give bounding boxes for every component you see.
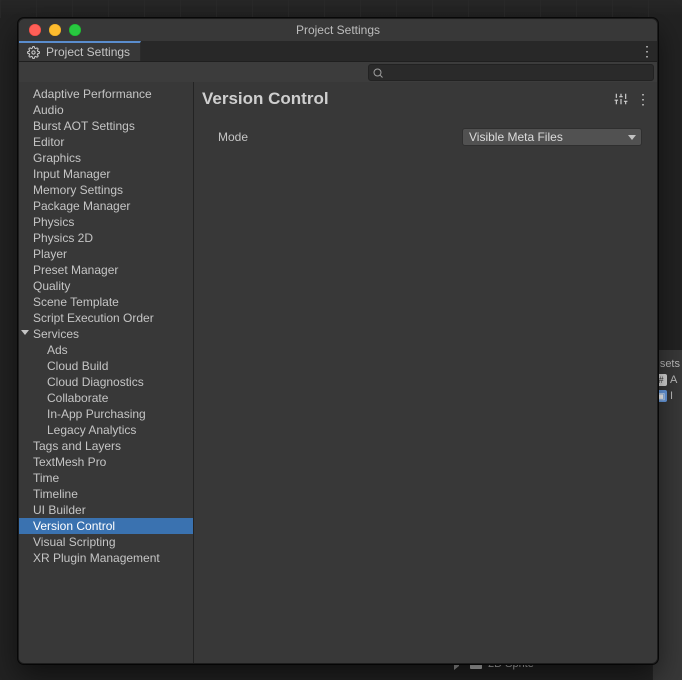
field-mode-dropdown[interactable]: Visible Meta Files	[462, 128, 642, 146]
dock-menu-button[interactable]: ⋮	[637, 41, 657, 61]
kebab-icon: ⋮	[640, 43, 654, 60]
sidebar-item-in-app-purchasing[interactable]: In-App Purchasing	[19, 406, 193, 422]
sidebar-item-label: Timeline	[33, 487, 78, 501]
sidebar-item-preset-manager[interactable]: Preset Manager	[19, 262, 193, 278]
project-settings-window: Project Settings Project Settings ⋮	[18, 18, 658, 664]
sidebar-item-xr-plugin-management[interactable]: XR Plugin Management	[19, 550, 193, 566]
sidebar-item-tags-and-layers[interactable]: Tags and Layers	[19, 438, 193, 454]
sidebar-item-services[interactable]: Services	[19, 326, 193, 342]
sidebar-item-label: Scene Template	[33, 295, 119, 309]
sidebar-item-label: Memory Settings	[33, 183, 123, 197]
sidebar-item-label: Audio	[33, 103, 64, 117]
panel-header: Version Control ⋮	[194, 82, 657, 114]
sidebar-item-input-manager[interactable]: Input Manager	[19, 166, 193, 182]
sidebar-item-cloud-build[interactable]: Cloud Build	[19, 358, 193, 374]
sidebar-item-ui-builder[interactable]: UI Builder	[19, 502, 193, 518]
sidebar-item-physics[interactable]: Physics	[19, 214, 193, 230]
sidebar-item-label: Graphics	[33, 151, 81, 165]
panel-menu-button[interactable]: ⋮	[635, 91, 651, 107]
settings-search-bar	[19, 62, 657, 82]
sidebar-item-label: Quality	[33, 279, 70, 293]
sidebar-item-label: Time	[33, 471, 59, 485]
sidebar-item-textmesh-pro[interactable]: TextMesh Pro	[19, 454, 193, 470]
window-zoom-button[interactable]	[69, 24, 81, 36]
sidebar-item-physics-2d[interactable]: Physics 2D	[19, 230, 193, 246]
sidebar-item-label: Script Execution Order	[33, 311, 154, 325]
sidebar-item-scene-template[interactable]: Scene Template	[19, 294, 193, 310]
settings-category-list[interactable]: Adaptive Performance Audio Burst AOT Setti…	[19, 82, 194, 663]
chevron-down-icon	[628, 135, 636, 140]
sidebar-item-collaborate[interactable]: Collaborate	[19, 390, 193, 406]
sidebar-item-package-manager[interactable]: Package Manager	[19, 198, 193, 214]
sidebar-item-label: Player	[33, 247, 67, 261]
sidebar-item-label: Physics 2D	[33, 231, 93, 245]
sidebar-item-label: Legacy Analytics	[47, 423, 136, 437]
sidebar-item-adaptive-performance[interactable]: Adaptive Performance	[19, 86, 193, 102]
sidebar-item-label: Burst AOT Settings	[33, 119, 135, 133]
sidebar-item-cloud-diagnostics[interactable]: Cloud Diagnostics	[19, 374, 193, 390]
settings-search-input[interactable]	[387, 66, 649, 78]
dock-row: Project Settings ⋮	[19, 41, 657, 62]
search-icon	[372, 67, 384, 79]
window-title: Project Settings	[19, 23, 657, 37]
sidebar-item-label: Input Manager	[33, 167, 110, 181]
window-close-button[interactable]	[29, 24, 41, 36]
field-mode: Mode Visible Meta Files	[218, 128, 649, 146]
sidebar-item-label: Visual Scripting	[33, 535, 116, 549]
sidebar-item-label: Package Manager	[33, 199, 130, 213]
sidebar-item-memory-settings[interactable]: Memory Settings	[19, 182, 193, 198]
content-area: Adaptive Performance Audio Burst AOT Setti…	[19, 82, 657, 663]
window-minimize-button[interactable]	[49, 24, 61, 36]
settings-panel: Version Control ⋮	[194, 82, 657, 663]
settings-preset-button[interactable]	[613, 91, 629, 107]
sidebar-item-time[interactable]: Time	[19, 470, 193, 486]
sidebar-item-editor[interactable]: Editor	[19, 134, 193, 150]
sidebar-item-audio[interactable]: Audio	[19, 102, 193, 118]
sidebar-item-burst-aot-settings[interactable]: Burst AOT Settings	[19, 118, 193, 134]
sidebar-item-label: XR Plugin Management	[33, 551, 160, 565]
sidebar-item-label: Tags and Layers	[33, 439, 121, 453]
sidebar-item-script-execution-order[interactable]: Script Execution Order	[19, 310, 193, 326]
sidebar-item-timeline[interactable]: Timeline	[19, 486, 193, 502]
sidebar-item-label: Adaptive Performance	[33, 87, 152, 101]
settings-search-box[interactable]	[368, 64, 654, 81]
field-mode-label: Mode	[218, 130, 462, 144]
sidebar-item-version-control[interactable]: Version Control	[19, 518, 193, 534]
kebab-icon: ⋮	[636, 91, 650, 108]
sidebar-item-label: Editor	[33, 135, 64, 149]
window-titlebar[interactable]: Project Settings	[19, 19, 657, 41]
sidebar-item-label: TextMesh Pro	[33, 455, 106, 469]
tab-project-settings[interactable]: Project Settings	[19, 41, 141, 61]
sidebar-item-label: Services	[33, 327, 79, 341]
gear-icon	[27, 46, 40, 59]
sidebar-item-ads[interactable]: Ads	[19, 342, 193, 358]
sidebar-item-label: Physics	[33, 215, 74, 229]
sidebar-item-label: Cloud Diagnostics	[47, 375, 144, 389]
sidebar-item-label: Preset Manager	[33, 263, 118, 277]
sliders-icon	[614, 92, 628, 106]
sidebar-item-label: Cloud Build	[47, 359, 108, 373]
sidebar-item-label: In-App Purchasing	[47, 407, 146, 421]
sidebar-item-label: Ads	[47, 343, 68, 357]
sidebar-item-legacy-analytics[interactable]: Legacy Analytics	[19, 422, 193, 438]
panel-body: Mode Visible Meta Files	[194, 114, 657, 154]
panel-title: Version Control	[202, 89, 329, 109]
sidebar-item-player[interactable]: Player	[19, 246, 193, 262]
window-traffic-lights	[19, 24, 81, 36]
sidebar-item-quality[interactable]: Quality	[19, 278, 193, 294]
bg-timeline-ruler	[0, 0, 682, 18]
sidebar-item-graphics[interactable]: Graphics	[19, 150, 193, 166]
tab-label: Project Settings	[46, 45, 130, 59]
sidebar-item-label: Version Control	[33, 519, 115, 533]
field-mode-value: Visible Meta Files	[469, 130, 563, 144]
sidebar-item-label: Collaborate	[47, 391, 108, 405]
sidebar-item-visual-scripting[interactable]: Visual Scripting	[19, 534, 193, 550]
sidebar-item-label: UI Builder	[33, 503, 86, 517]
foldout-icon[interactable]	[21, 330, 29, 335]
